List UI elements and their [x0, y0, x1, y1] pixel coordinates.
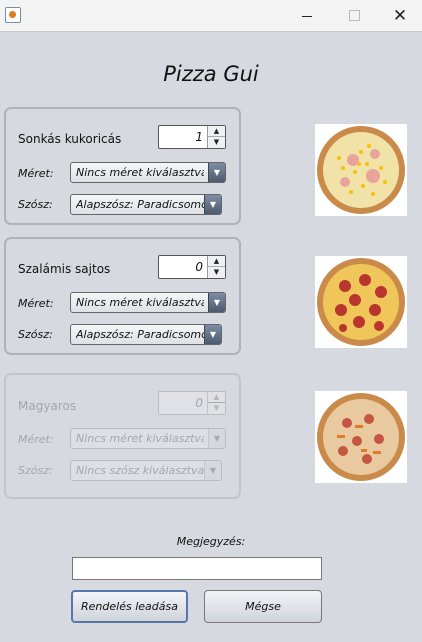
quantity-spinner: 0 ▲ ▼ — [158, 391, 226, 415]
size-label: Méret: — [18, 167, 54, 180]
quantity-spinner[interactable]: 1 ▲ ▼ — [158, 125, 226, 149]
chevron-down-icon: ▼ — [208, 429, 225, 448]
pizza-panel-magyaros: Magyaros 0 ▲ ▼ Méret: Nincs méret kivála… — [4, 373, 241, 499]
quantity-value: 0 — [195, 396, 203, 410]
note-label: Megjegyzés: — [176, 535, 246, 548]
pizza-name-label: Magyaros — [18, 399, 77, 413]
quantity-spinner[interactable]: 0 ▲ ▼ — [158, 255, 226, 279]
sauce-selected-value: Alapszósz: Paradicsomos — [76, 198, 204, 211]
pizza-name-label: Szalámis sajtos — [18, 262, 111, 276]
pizza-salami-cheese-image — [315, 256, 407, 348]
quantity-value[interactable]: 0 — [195, 260, 203, 274]
sauce-selected-value: Nincs szósz kiválasztva! — [76, 464, 204, 477]
pizza-name-label: Sonkás kukoricás — [18, 132, 122, 146]
app-title: Pizza Gui — [163, 62, 259, 86]
java-app-icon — [5, 7, 21, 23]
size-combobox: Nincs méret kiválasztva! ▼ — [70, 428, 226, 449]
title-bar: ✕ — [0, 0, 422, 32]
size-combobox[interactable]: Nincs méret kiválasztva! ▼ — [70, 292, 226, 313]
spinner-up-icon[interactable]: ▲ — [208, 126, 225, 137]
pizza-panel-szalamis-sajtos: Szalámis sajtos 0 ▲ ▼ Méret: Nincs méret… — [4, 237, 241, 355]
chevron-down-icon[interactable]: ▼ — [208, 163, 225, 182]
close-button[interactable]: ✕ — [377, 0, 422, 31]
sauce-label: Szósz: — [18, 328, 53, 341]
sauce-selected-value: Alapszósz: Paradicsomos — [76, 328, 204, 341]
chevron-down-icon[interactable]: ▼ — [204, 195, 221, 214]
size-combobox[interactable]: Nincs méret kiválasztva! ▼ — [70, 162, 226, 183]
maximize-button — [331, 0, 377, 31]
spinner-up-icon[interactable]: ▲ — [208, 256, 225, 267]
sauce-combobox[interactable]: Alapszósz: Paradicsomos ▼ — [70, 194, 222, 215]
sauce-combobox: Nincs szósz kiválasztva! ▼ — [70, 460, 222, 481]
chevron-down-icon[interactable]: ▼ — [208, 293, 225, 312]
size-selected-value: Nincs méret kiválasztva! — [76, 432, 204, 445]
pizza-hungarian-image — [315, 391, 407, 483]
cancel-button[interactable]: Mégse — [204, 590, 322, 623]
spinner-down-icon[interactable]: ▼ — [208, 137, 225, 148]
spinner-down-icon[interactable]: ▼ — [208, 267, 225, 278]
pizza-panel-sonkas-kukoricas: Sonkás kukoricás 1 ▲ ▼ Méret: Nincs mére… — [4, 107, 241, 225]
pizza-ham-corn-image — [315, 124, 407, 216]
spinner-down-icon: ▼ — [213, 404, 220, 412]
size-selected-value: Nincs méret kiválasztva! — [76, 166, 204, 179]
minimize-icon — [302, 16, 312, 17]
size-label: Méret: — [18, 433, 54, 446]
spinner-up-icon: ▲ — [208, 392, 225, 403]
maximize-icon — [348, 10, 360, 21]
order-button[interactable]: Rendelés leadása — [71, 590, 188, 623]
close-icon: ✕ — [392, 5, 408, 26]
minimize-button[interactable] — [284, 0, 330, 31]
sauce-label: Szósz: — [18, 198, 53, 211]
sauce-combobox[interactable]: Alapszósz: Paradicsomos ▼ — [70, 324, 222, 345]
chevron-down-icon: ▼ — [204, 461, 221, 480]
size-selected-value: Nincs méret kiválasztva! — [76, 296, 204, 309]
note-input[interactable] — [72, 557, 322, 580]
size-label: Méret: — [18, 297, 54, 310]
sauce-label: Szósz: — [18, 464, 53, 477]
chevron-down-icon[interactable]: ▼ — [204, 325, 221, 344]
quantity-value[interactable]: 1 — [195, 130, 203, 144]
